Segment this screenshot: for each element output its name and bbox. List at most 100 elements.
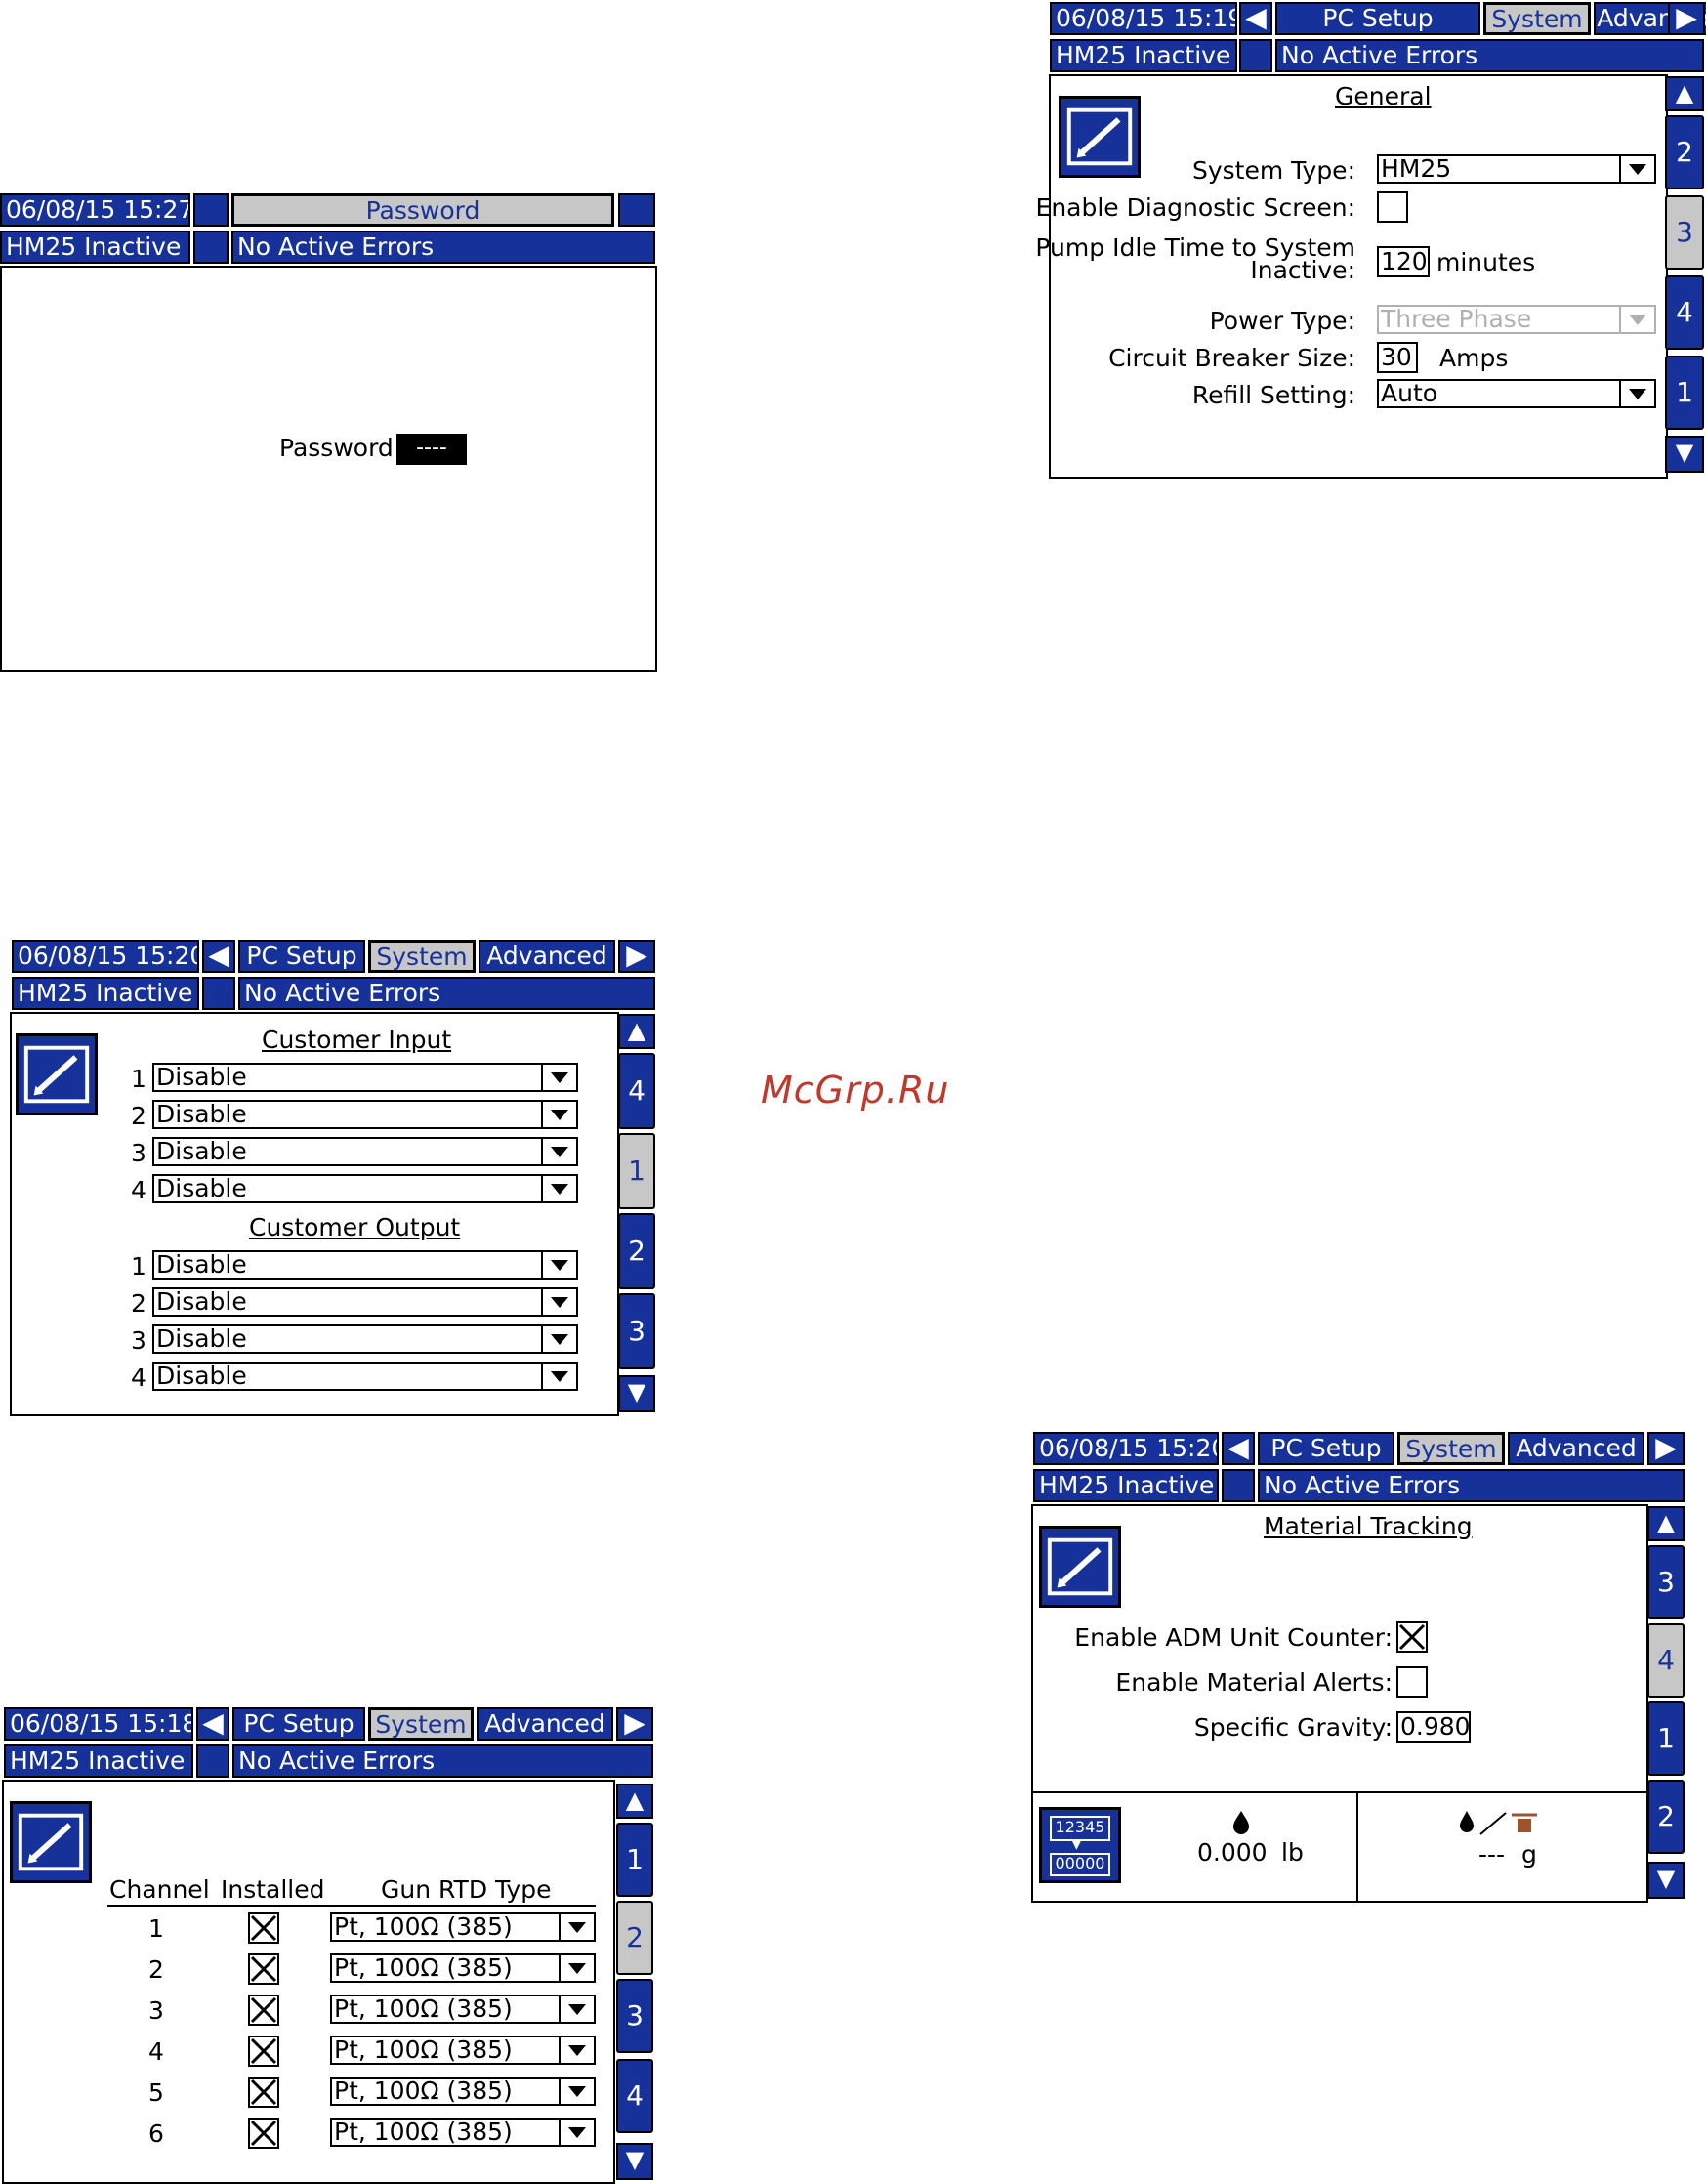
total-value: 0.000 <box>1197 1838 1268 1867</box>
power-type-label: Power Type: <box>1209 307 1355 335</box>
page-button[interactable]: 4 <box>1665 275 1704 350</box>
page-button[interactable]: 2 <box>1665 115 1704 189</box>
page-button[interactable]: 4 <box>616 2059 653 2133</box>
next-tab-button[interactable]: ▶ <box>1647 1432 1685 1465</box>
rtd-type-dropdown[interactable]: Pt, 100Ω (385) <box>330 2077 596 2106</box>
page-button[interactable]: 3 <box>616 1979 653 2053</box>
scroll-up-button[interactable]: ▲ <box>1665 76 1704 111</box>
material-alerts-checkbox[interactable] <box>1396 1666 1428 1698</box>
divider <box>1033 1791 1646 1793</box>
tab-system[interactable]: System <box>368 1707 474 1741</box>
next-tab-button[interactable]: ▶ <box>1668 2 1705 35</box>
rtd-type-dropdown[interactable]: Pt, 100Ω (385) <box>330 2118 596 2147</box>
customer-output-dropdown[interactable]: Disable <box>152 1362 578 1391</box>
diagnostic-checkbox[interactable] <box>1377 191 1408 223</box>
scroll-up-button[interactable]: ▲ <box>618 1014 655 1049</box>
tab-pc-setup[interactable]: PC Setup <box>1275 2 1480 35</box>
chevron-down-icon <box>559 1914 594 1940</box>
input-number: 4 <box>131 1176 146 1204</box>
rate-unit: g <box>1521 1840 1537 1869</box>
installed-checkbox[interactable] <box>248 2036 279 2067</box>
page-button[interactable]: 4 <box>1647 1623 1685 1698</box>
scroll-down-button[interactable]: ▼ <box>618 1375 655 1412</box>
rtd-type-dropdown[interactable]: Pt, 100Ω (385) <box>330 1995 596 2024</box>
diagnostic-label: Enable Diagnostic Screen: <box>1035 193 1355 222</box>
breaker-input[interactable]: 30 <box>1377 342 1418 373</box>
next-tab-button[interactable]: ▶ <box>618 940 655 973</box>
chevron-down-icon <box>559 2079 594 2104</box>
idle-time-input[interactable]: 120 <box>1377 246 1430 277</box>
prev-tab-button[interactable]: ◀ <box>202 940 235 973</box>
scroll-up-button[interactable]: ▲ <box>1647 1506 1685 1541</box>
drop-icon <box>1230 1809 1252 1834</box>
page-button[interactable]: 3 <box>618 1293 655 1369</box>
rtd-type-dropdown[interactable]: Pt, 100Ω (385) <box>330 2036 596 2065</box>
tab-password[interactable]: Password <box>231 193 614 227</box>
tab-system[interactable]: System <box>368 940 476 973</box>
password-label: Password <box>279 434 394 462</box>
tab-system[interactable]: System <box>1397 1432 1505 1465</box>
edit-icon[interactable] <box>1059 96 1141 178</box>
customer-input-dropdown[interactable]: Disable <box>152 1137 578 1166</box>
next-tab-button[interactable]: ▶ <box>616 1707 653 1741</box>
blank-button[interactable] <box>618 193 655 227</box>
tab-system[interactable]: System <box>1483 2 1591 35</box>
customer-output-dropdown[interactable]: Disable <box>152 1287 578 1317</box>
customer-output-dropdown[interactable]: Disable <box>152 1250 578 1280</box>
chevron-down-icon <box>541 1364 576 1389</box>
installed-checkbox[interactable] <box>248 1912 279 1944</box>
blank-indicator <box>202 977 235 1010</box>
installed-checkbox[interactable] <box>248 1953 279 1985</box>
prev-tab-button[interactable]: ◀ <box>196 1707 229 1741</box>
page-button[interactable]: 2 <box>1647 1780 1685 1854</box>
customer-input-title: Customer Input <box>262 1026 452 1054</box>
installed-checkbox[interactable] <box>248 1995 279 2026</box>
page-button[interactable]: 1 <box>1665 356 1704 430</box>
scroll-down-button[interactable]: ▼ <box>1665 436 1704 473</box>
page-button[interactable]: 2 <box>618 1213 655 1289</box>
down-arrow-icon: ▼ <box>625 2146 645 2173</box>
tab-pc-setup[interactable]: PC Setup <box>232 1707 365 1741</box>
page-button[interactable]: 4 <box>618 1053 655 1129</box>
edit-icon[interactable] <box>10 1801 92 1883</box>
system-type-dropdown[interactable]: HM25 <box>1377 154 1656 184</box>
tab-advanced[interactable]: Advanced <box>479 940 615 973</box>
customer-output-dropdown[interactable]: Disable <box>152 1324 578 1354</box>
password-input[interactable]: ---- <box>396 434 467 465</box>
status-system: HM25 Inactive <box>4 1744 193 1778</box>
installed-checkbox[interactable] <box>248 2118 279 2149</box>
header-divider <box>107 1905 596 1907</box>
arrow-down-icon: ▼ <box>1071 1836 1082 1852</box>
scroll-down-button[interactable]: ▼ <box>616 2143 653 2180</box>
left-arrow-icon: ◀ <box>1245 1 1267 33</box>
tab-pc-setup[interactable]: PC Setup <box>1258 1432 1394 1465</box>
specific-gravity-input[interactable]: 0.980 <box>1396 1711 1471 1743</box>
tab-pc-setup[interactable]: PC Setup <box>238 940 365 973</box>
blank-button[interactable] <box>193 193 229 227</box>
customer-input-dropdown[interactable]: Disable <box>152 1063 578 1092</box>
customer-input-dropdown[interactable]: Disable <box>152 1100 578 1129</box>
page-button[interactable]: 1 <box>618 1133 655 1209</box>
page-button[interactable]: 1 <box>1647 1701 1685 1776</box>
customer-input-dropdown[interactable]: Disable <box>152 1174 578 1203</box>
rtd-type-dropdown[interactable]: Pt, 100Ω (385) <box>330 1953 596 1983</box>
installed-checkbox[interactable] <box>248 2077 279 2108</box>
page-button[interactable]: 3 <box>1665 195 1704 270</box>
prev-tab-button[interactable]: ◀ <box>1222 1432 1255 1465</box>
scroll-down-button[interactable]: ▼ <box>1647 1862 1685 1899</box>
page-button[interactable]: 3 <box>1647 1545 1685 1619</box>
prev-tab-button[interactable]: ◀ <box>1239 2 1272 35</box>
scroll-up-button[interactable]: ▲ <box>616 1784 653 1819</box>
page-button[interactable]: 1 <box>616 1823 653 1897</box>
channel-number: 4 <box>148 2037 164 2066</box>
adm-counter-checkbox[interactable] <box>1396 1621 1428 1653</box>
refill-dropdown[interactable]: Auto <box>1377 379 1656 408</box>
output-number: 1 <box>131 1252 146 1281</box>
reset-counter-button[interactable]: 12345 ▼ 00000 <box>1039 1807 1121 1883</box>
tab-advanced[interactable]: Advanced <box>1508 1432 1644 1465</box>
tab-advanced[interactable]: Advanced <box>477 1707 613 1741</box>
edit-icon[interactable] <box>1039 1526 1121 1608</box>
rtd-type-dropdown[interactable]: Pt, 100Ω (385) <box>330 1912 596 1942</box>
page-button[interactable]: 2 <box>616 1901 653 1975</box>
edit-icon[interactable] <box>16 1033 98 1115</box>
